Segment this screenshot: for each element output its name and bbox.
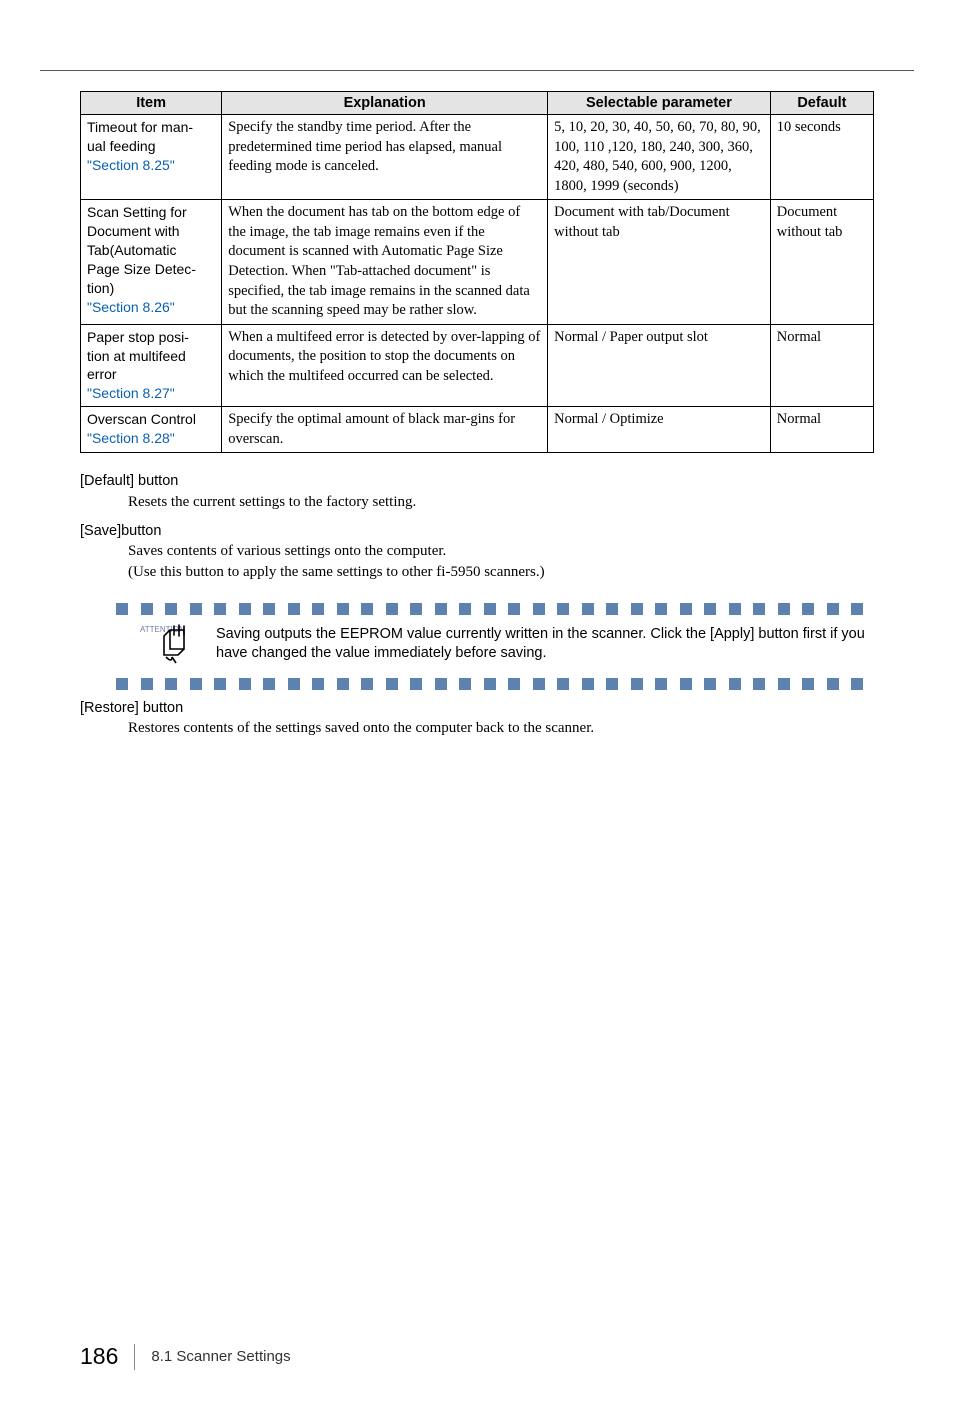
row-explanation: Specify the optimal amount of black mar-…	[222, 407, 548, 453]
restore-button-desc: Restores contents of the settings saved …	[80, 718, 874, 739]
restore-button-heading: [Restore] button	[80, 698, 874, 718]
th-item: Item	[81, 92, 222, 115]
row-item-line: Tab(Automatic	[87, 242, 176, 258]
separator-squares-top	[116, 603, 874, 615]
table-row: Scan Setting for Document with Tab(Autom…	[81, 200, 874, 324]
default-button-heading: [Default] button	[80, 471, 874, 491]
row-item-line: Timeout for man-	[87, 119, 193, 135]
table-row: Overscan Control "Section 8.28" Specify …	[81, 407, 874, 453]
row-item-line: Paper stop posi-	[87, 329, 189, 345]
table-row: Paper stop posi- tion at multifeed error…	[81, 324, 874, 407]
section-link[interactable]: "Section 8.26"	[87, 299, 175, 315]
row-selectable: Normal / Paper output slot	[548, 324, 771, 407]
section-link[interactable]: "Section 8.28"	[87, 430, 175, 446]
row-explanation: When the document has tab on the bottom …	[222, 200, 548, 324]
row-item-line: Scan Setting for	[87, 204, 187, 220]
row-default: 10 seconds	[770, 115, 873, 200]
row-item-line: Page Size Detec-	[87, 261, 196, 277]
save-button-desc2: (Use this button to apply the same setti…	[80, 562, 874, 583]
page-number: 186	[80, 1343, 134, 1370]
top-rule	[40, 70, 914, 71]
save-button-heading: [Save]button	[80, 521, 874, 541]
row-item-line: tion at multifeed	[87, 348, 186, 364]
th-explanation: Explanation	[222, 92, 548, 115]
row-default: Document without tab	[770, 200, 873, 324]
footer-section: 8.1 Scanner Settings	[151, 1348, 290, 1365]
footer-divider	[134, 1344, 135, 1370]
row-item-line: Overscan Control	[87, 411, 196, 427]
row-selectable: Normal / Optimize	[548, 407, 771, 453]
default-button-desc: Resets the current settings to the facto…	[80, 492, 874, 513]
row-item-line: tion)	[87, 280, 114, 296]
table-row: Timeout for man- ual feeding "Section 8.…	[81, 115, 874, 200]
row-explanation: Specify the standby time period. After t…	[222, 115, 548, 200]
row-item-line: Document with	[87, 223, 180, 239]
th-default: Default	[770, 92, 873, 115]
row-default: Normal	[770, 324, 873, 407]
section-link[interactable]: "Section 8.25"	[87, 157, 175, 173]
th-selectable: Selectable parameter	[548, 92, 771, 115]
attention-text: Saving outputs the EEPROM value currentl…	[216, 623, 874, 664]
row-selectable: 5, 10, 20, 30, 40, 50, 60, 70, 80, 90, 1…	[548, 115, 771, 200]
save-button-desc1: Saves contents of various settings onto …	[80, 541, 874, 562]
row-item-line: ual feeding	[87, 138, 156, 154]
section-link[interactable]: "Section 8.27"	[87, 385, 175, 401]
attention-block: ATTENTION Saving outputs the EEPROM valu…	[140, 621, 874, 672]
attention-icon: ATTENTION	[140, 623, 198, 670]
separator-squares-bottom	[116, 678, 874, 690]
row-selectable: Document with tab/Document without tab	[548, 200, 771, 324]
row-item-line: error	[87, 366, 117, 382]
row-explanation: When a multifeed error is detected by ov…	[222, 324, 548, 407]
row-default: Normal	[770, 407, 873, 453]
page-footer: 186 8.1 Scanner Settings	[80, 1343, 291, 1370]
settings-table: Item Explanation Selectable parameter De…	[80, 91, 874, 453]
